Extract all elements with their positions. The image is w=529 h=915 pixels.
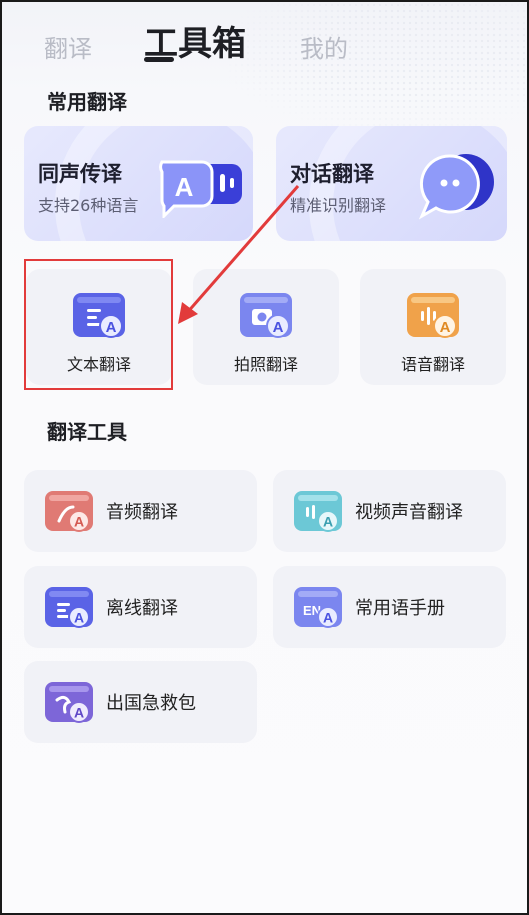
tool-label: 常用语手册 [355, 598, 445, 619]
travel-kit-icon: A [45, 678, 93, 726]
audio-translate-icon: A [45, 487, 93, 535]
tool-label: 离线翻译 [106, 598, 178, 619]
video-translate-icon: A [294, 487, 342, 535]
svg-text:A: A [74, 610, 84, 626]
section-title-tools: 翻译工具 [47, 420, 127, 444]
video-translate-item[interactable]: A 视频声音翻译 [273, 470, 506, 552]
offline-translate-icon: A [45, 583, 93, 631]
annotation-arrow [2, 2, 527, 402]
offline-translate-item[interactable]: A 离线翻译 [24, 566, 257, 648]
tool-label: 音频翻译 [106, 502, 178, 523]
svg-text:A: A [323, 610, 333, 626]
svg-text:A: A [74, 705, 84, 721]
phrasebook-icon: EN A [294, 583, 342, 631]
svg-text:A: A [323, 514, 333, 530]
tool-label: 视频声音翻译 [355, 502, 463, 523]
app-screen: 翻译 工具箱 我的 常用翻译 同声传译 支持26种语言 A 对话翻译 精准识别翻… [0, 0, 529, 915]
travel-kit-item[interactable]: A 出国急救包 [24, 661, 257, 743]
svg-text:A: A [74, 514, 84, 530]
phrasebook-item[interactable]: EN A 常用语手册 [273, 566, 506, 648]
audio-translate-item[interactable]: A 音频翻译 [24, 470, 257, 552]
tool-label: 出国急救包 [106, 693, 196, 714]
